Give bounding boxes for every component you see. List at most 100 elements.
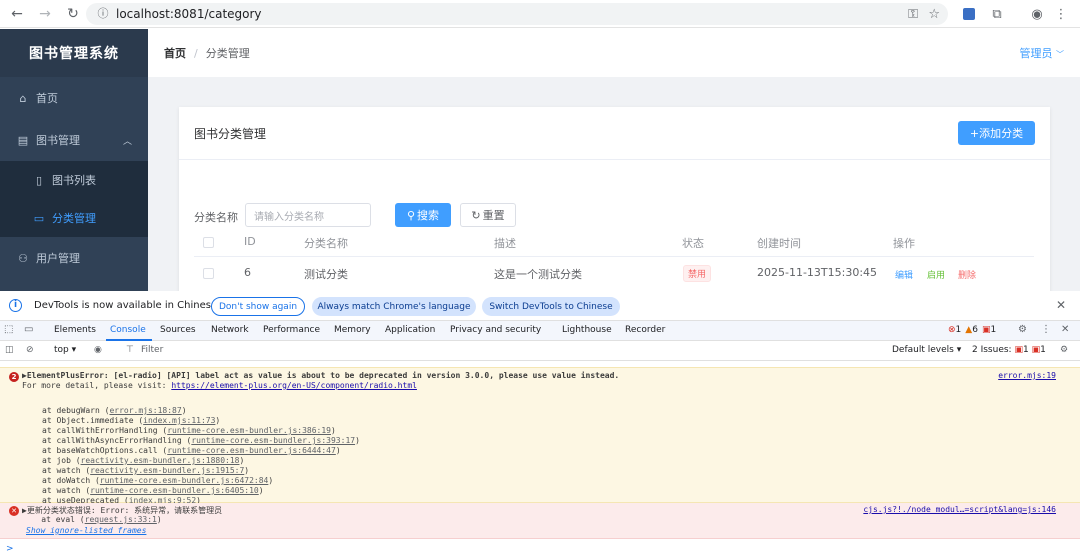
menu-kebab-icon[interactable]: ⋮: [1054, 4, 1068, 24]
site-info-icon[interactable]: ⓘ: [96, 7, 110, 21]
sidebar-item-user-management[interactable]: ⚇ 用户管理: [0, 237, 148, 279]
sidebar-item-label: 分类管理: [52, 212, 96, 225]
info-icon: i: [9, 299, 22, 312]
stack-frame-end: ): [268, 476, 274, 485]
issues-error-icon: ▣: [1014, 345, 1023, 355]
stack-frame-link[interactable]: error.mjs:18:87: [109, 406, 181, 415]
tab-privacy-security[interactable]: Privacy and security: [450, 325, 541, 335]
more-options-icon[interactable]: ⋮: [1041, 324, 1051, 335]
tab-recorder[interactable]: Recorder: [625, 325, 665, 335]
stack-frame-link[interactable]: index.mjs:11:73: [143, 416, 215, 425]
sidebar-item-home[interactable]: ⌂ 首页: [0, 77, 148, 119]
switch-to-chinese-button[interactable]: Switch DevTools to Chinese: [482, 297, 620, 316]
filter-input[interactable]: Filter: [141, 345, 163, 355]
edit-link[interactable]: 编辑: [895, 268, 913, 281]
stack-frame-end: ): [335, 446, 341, 455]
back-icon[interactable]: ←: [6, 3, 28, 25]
sidebar: 图书管理系统 ⌂ 首页 ▤ 图书管理 ︿ ▯ 图书列表 ▭ 分类管理 ⚇ 用户管…: [0, 29, 148, 291]
stack-frame: at debugWarn (error.mjs:18:87): [42, 406, 187, 415]
bookmark-star-icon[interactable]: ☆: [928, 4, 940, 24]
always-match-language-button[interactable]: Always match Chrome's language: [312, 297, 476, 316]
stack-frame-link[interactable]: reactivity.esm-bundler.js:1915:7: [90, 466, 244, 475]
search-button[interactable]: ⚲ 搜索: [395, 203, 451, 227]
forward-icon[interactable]: →: [34, 3, 56, 25]
tab-performance[interactable]: Performance: [263, 325, 320, 335]
chevron-down-icon: ﹀: [1056, 50, 1064, 59]
issues-button[interactable]: 2 Issues: ▣1 ▣1: [972, 345, 1046, 355]
live-expression-eye-icon[interactable]: ◉: [94, 345, 102, 355]
category-name-input[interactable]: 请输入分类名称: [245, 203, 371, 227]
delete-link[interactable]: 删除: [958, 268, 976, 281]
category-card: 图书分类管理 +添加分类 分类名称 请输入分类名称 ⚲ 搜索 ↻ 重置 ID 分类名…: [179, 107, 1050, 291]
sidebar-item-category-management[interactable]: ▭ 分类管理: [0, 199, 148, 237]
sidebar-item-label: 用户管理: [36, 252, 80, 265]
console-prompt[interactable]: >: [6, 544, 14, 554]
stack-frame-link[interactable]: runtime-core.esm-bundler.js:393:17: [191, 436, 355, 445]
context-selector[interactable]: top ▾: [54, 345, 76, 355]
warning-doc-link[interactable]: https://element-plus.org/en-US/component…: [171, 381, 417, 390]
stack-frame-link[interactable]: runtime-core.esm-bundler.js:6405:10: [90, 486, 259, 495]
sidebar-item-book-management[interactable]: ▤ 图书管理 ︿: [0, 119, 148, 161]
reload-icon[interactable]: ↻: [62, 3, 84, 25]
row-checkbox[interactable]: [203, 268, 214, 279]
stack-frame-link[interactable]: reactivity.esm-bundler.js:1880:18: [81, 456, 240, 465]
close-icon[interactable]: ✕: [1056, 298, 1066, 312]
tab-application[interactable]: Application: [385, 325, 435, 335]
cell-created: 2025-11-13T15:30:45: [757, 266, 878, 279]
password-key-icon[interactable]: ⚿: [908, 4, 918, 24]
log-levels-dropdown[interactable]: Default levels ▾: [892, 345, 961, 355]
tab-lighthouse[interactable]: Lighthouse: [562, 325, 612, 335]
error-stack-link[interactable]: request.js:33:1: [85, 515, 157, 524]
reset-button-label: 重置: [482, 209, 505, 222]
extensions-puzzle-icon[interactable]: ⧉: [988, 4, 1006, 24]
warning-source-link[interactable]: error.mjs:19: [998, 371, 1056, 380]
log-levels-value: Default levels: [892, 345, 954, 355]
error-count-badge[interactable]: ⊗ 1 ▲ 6 ▣ 1: [948, 325, 996, 335]
tab-sources[interactable]: Sources: [160, 325, 196, 335]
close-devtools-icon[interactable]: ✕: [1061, 324, 1069, 335]
home-icon: ⌂: [19, 91, 27, 105]
warning-detail-prefix: For more detail, please visit:: [22, 381, 172, 390]
clear-console-icon[interactable]: ⊘: [26, 345, 34, 355]
error-circle-icon: ✕: [9, 506, 19, 516]
tab-elements[interactable]: Elements: [54, 325, 96, 335]
tab-memory[interactable]: Memory: [334, 325, 371, 335]
status-badge: 禁用: [683, 265, 712, 282]
stack-frame-link[interactable]: runtime-core.esm-bundler.js:6472:84: [100, 476, 269, 485]
address-bar[interactable]: ⓘ localhost:8081/category ⚿ ☆: [86, 3, 948, 25]
stack-frame: at callWithAsyncErrorHandling (runtime-c…: [42, 436, 360, 445]
card-divider: [179, 159, 1050, 160]
console-settings-icon[interactable]: ⚙: [1060, 345, 1068, 355]
stack-frame-fn: at job (: [42, 456, 81, 465]
issues-warning-icon: ▣: [1031, 345, 1041, 355]
console-error-message[interactable]: ✕ ▶更新分类状态错误: Error: 系统异常，请联系管理员 cjs.js?!…: [0, 503, 1080, 539]
tab-console[interactable]: Console: [110, 325, 146, 335]
stack-frame-link[interactable]: runtime-core.esm-bundler.js:6444:47: [167, 446, 336, 455]
reset-button[interactable]: ↻ 重置: [460, 203, 516, 227]
profile-icon[interactable]: ◉: [1028, 4, 1046, 24]
select-all-checkbox[interactable]: [203, 237, 214, 248]
sidebar-toggle-icon[interactable]: ◫: [5, 345, 14, 355]
sidebar-item-book-list[interactable]: ▯ 图书列表: [0, 161, 148, 199]
extension-icon[interactable]: [962, 4, 976, 24]
error-source-link[interactable]: cjs.js?!./node_modul…=script&lang=js:146: [863, 505, 1056, 514]
add-category-button[interactable]: +添加分类: [958, 121, 1035, 145]
tab-network[interactable]: Network: [211, 325, 249, 335]
settings-gear-icon[interactable]: ⚙: [1018, 324, 1027, 335]
enable-link[interactable]: 启用: [927, 268, 945, 281]
user-dropdown[interactable]: 管理员 ﹀: [1020, 45, 1065, 61]
stack-frame-fn: at watch (: [42, 486, 91, 495]
url-text: localhost:8081/category: [116, 7, 262, 21]
search-icon: ⚲: [406, 208, 416, 222]
console-warning-message[interactable]: 2 ▶ElementPlusError: [el-radio] [API] la…: [0, 367, 1080, 505]
dont-show-again-button[interactable]: Don't show again: [211, 297, 305, 316]
warning-text: ▶ElementPlusError: [el-radio] [API] labe…: [22, 371, 620, 380]
stack-frame-link[interactable]: runtime-core.esm-bundler.js:386:19: [167, 426, 331, 435]
stack-frame-fn: at baseWatchOptions.call (: [42, 446, 168, 455]
stack-frame-end: ): [181, 406, 187, 415]
breadcrumb-separator: /: [194, 46, 198, 60]
device-toolbar-icon[interactable]: ▭: [24, 324, 33, 335]
inspect-element-icon[interactable]: ⬚: [4, 324, 13, 335]
breadcrumb-home[interactable]: 首页: [164, 45, 186, 61]
show-ignored-frames-link[interactable]: Show ignore-listed frames: [26, 526, 146, 535]
